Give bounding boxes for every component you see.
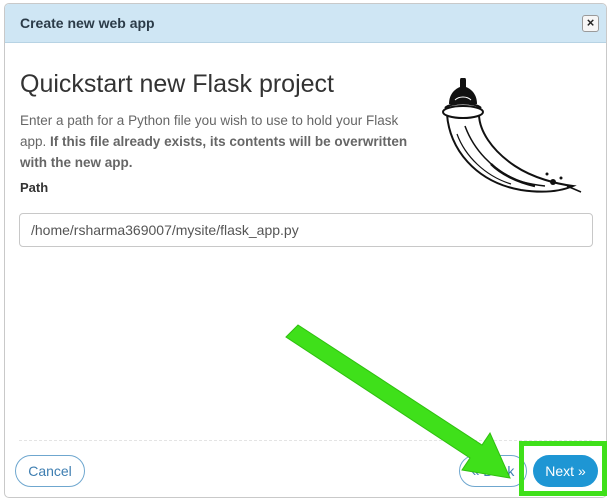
create-web-app-dialog: Create new web app × Quickstart new Flas… — [4, 3, 607, 498]
flask-logo-icon — [442, 78, 582, 193]
next-highlight-box — [519, 441, 607, 496]
path-label: Path — [20, 180, 49, 195]
page-title: Quickstart new Flask project — [20, 70, 334, 98]
close-icon[interactable]: × — [582, 15, 599, 32]
dialog-title: Create new web app — [20, 15, 155, 31]
path-input[interactable] — [19, 213, 593, 247]
description-warning: If this file already exists, its content… — [20, 134, 408, 170]
cancel-button[interactable]: Cancel — [15, 455, 85, 487]
dialog-title-bar: Create new web app × — [5, 4, 606, 43]
back-button[interactable]: « Back — [459, 455, 527, 487]
footer-divider — [19, 440, 592, 441]
description-text: Enter a path for a Python file you wish … — [20, 110, 410, 173]
